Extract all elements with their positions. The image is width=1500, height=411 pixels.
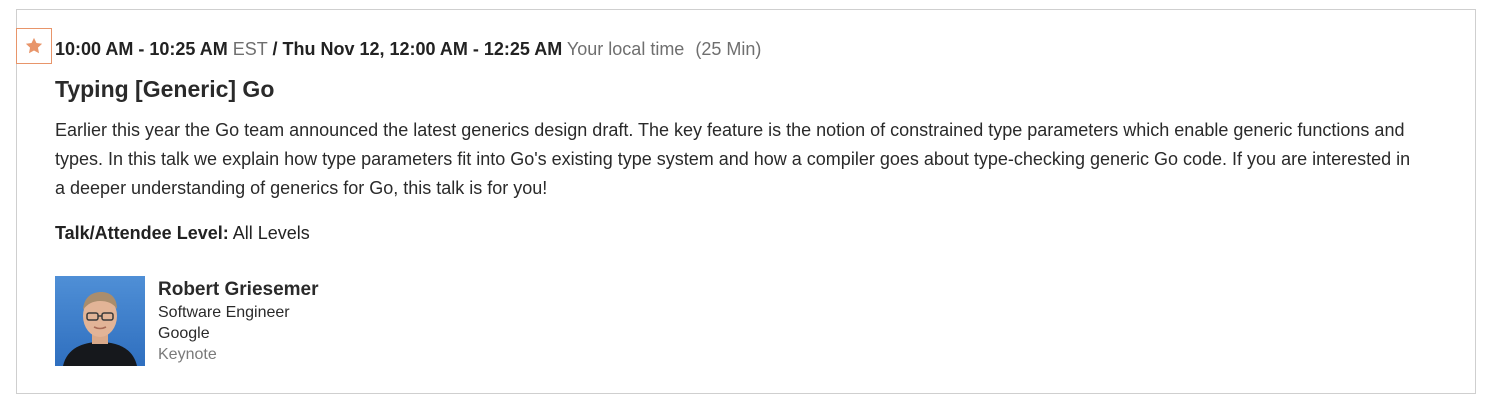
speaker[interactable]: Robert Griesemer Software Engineer Googl… [55, 276, 319, 366]
timezone-est: EST [232, 39, 268, 59]
session-card: 10:00 AM - 10:25 AM EST / Thu Nov 12, 12… [16, 9, 1476, 394]
avatar[interactable] [55, 276, 145, 366]
local-time-label: Your local time [566, 39, 685, 59]
speaker-type: Keynote [158, 346, 217, 363]
time-local: Thu Nov 12, 12:00 AM - 12:25 AM [282, 39, 563, 59]
time-est: 10:00 AM - 10:25 AM [55, 39, 228, 59]
talk-level: Talk/Attendee Level: All Levels [55, 221, 310, 245]
talk-level-label: Talk/Attendee Level: [55, 223, 229, 243]
duration: (25 Min) [695, 39, 762, 59]
talk-level-value: All Levels [232, 223, 310, 243]
speaker-company: Google [158, 325, 210, 342]
speaker-name[interactable]: Robert Griesemer [158, 278, 319, 302]
session-description: Earlier this year the Go team announced … [55, 120, 1411, 198]
session-time: 10:00 AM - 10:25 AM EST / Thu Nov 12, 12… [55, 37, 761, 61]
session-title: Typing [Generic] Go [55, 76, 275, 102]
star-icon [25, 37, 43, 54]
speaker-title: Software Engineer [158, 304, 290, 321]
time-separator: / [272, 39, 278, 59]
favorite-button[interactable] [16, 28, 52, 64]
speaker-info: Robert Griesemer Software Engineer Googl… [158, 278, 319, 365]
